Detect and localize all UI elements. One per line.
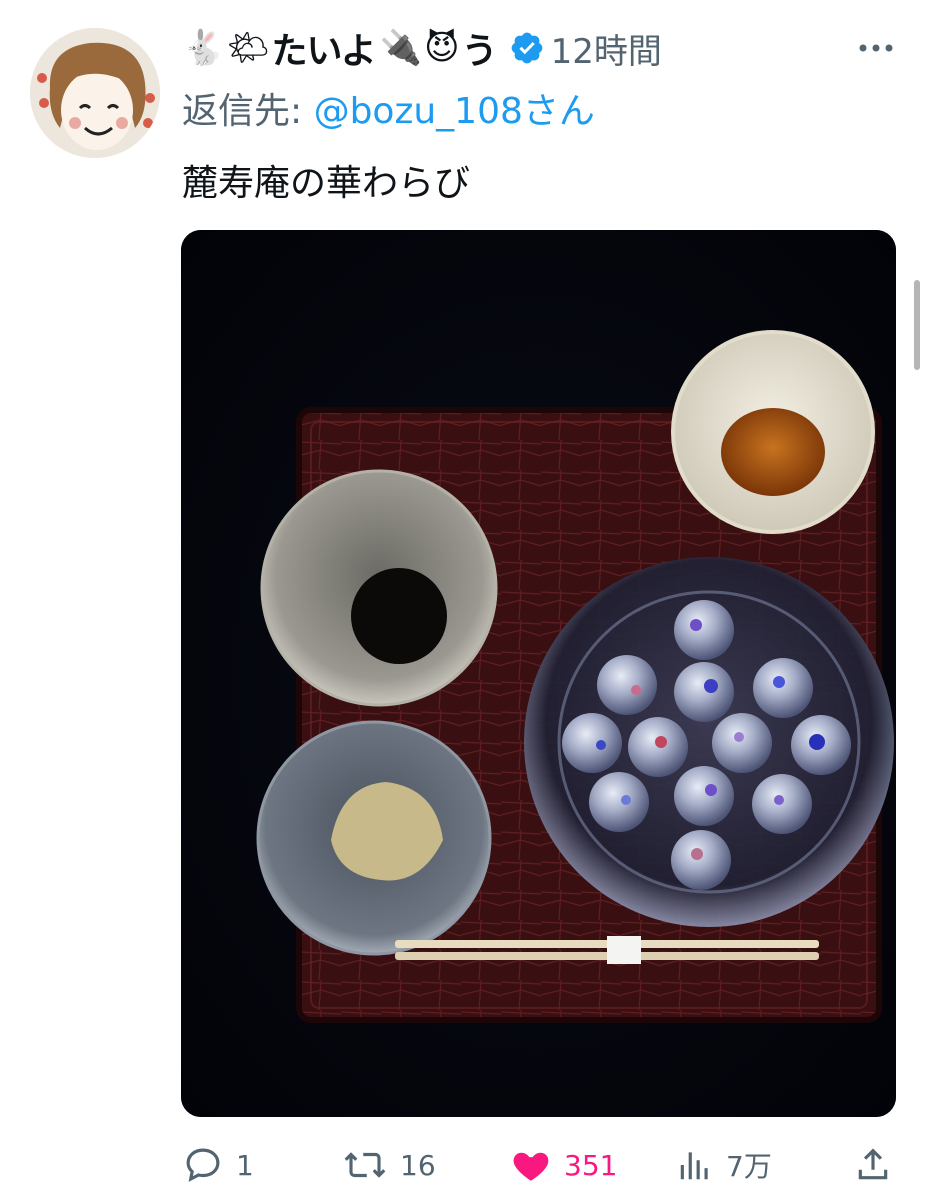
heart-filled-icon: [513, 1152, 549, 1181]
devil-emoji-icon: 😈: [424, 28, 460, 68]
wagashi-photo: [181, 230, 896, 1117]
reply-button[interactable]: 1: [182, 1140, 254, 1190]
like-count: 351: [564, 1148, 618, 1182]
reply-count: 1: [236, 1148, 254, 1182]
share-icon: [858, 1148, 888, 1180]
more-dots-icon: [859, 44, 893, 52]
sun-cloud-emoji-icon: 🌤: [226, 28, 270, 68]
more-options-button[interactable]: [846, 28, 906, 68]
share-button[interactable]: [854, 1140, 892, 1190]
reply-prefix: 返信先:: [182, 91, 314, 132]
scrollbar[interactable]: [914, 280, 920, 370]
timestamp[interactable]: 12時間: [551, 24, 662, 73]
retweet-button[interactable]: 16: [342, 1140, 436, 1190]
like-button[interactable]: 351: [510, 1140, 617, 1190]
reply-icon: [186, 1148, 220, 1182]
display-name-part[interactable]: たいよ: [272, 22, 377, 74]
avatar-illustration: [30, 28, 160, 158]
views-count: 7万: [726, 1150, 772, 1183]
retweet-count: 16: [400, 1148, 436, 1182]
views-button[interactable]: 7万: [676, 1140, 772, 1190]
avatar[interactable]: [30, 28, 160, 158]
plug-emoji-icon: 🔌: [379, 28, 423, 68]
verified-badge-icon: [511, 32, 542, 64]
action-bar: 1 16 351 7万: [182, 1140, 902, 1190]
tweet-image[interactable]: [181, 230, 896, 1117]
display-name-part[interactable]: う: [462, 22, 498, 74]
reply-handle-link[interactable]: @bozu_108さん: [314, 91, 595, 132]
views-bar-chart-icon: [680, 1152, 708, 1180]
tweet-header: 🐇 🌤 たいよ 🔌 😈 う 12時間: [182, 18, 906, 78]
tweet-text: 麓寿庵の華わらび: [182, 163, 471, 204]
retweet-icon: [344, 1152, 386, 1178]
rabbit-emoji-icon: 🐇: [182, 28, 225, 68]
reply-context: 返信先: @bozu_108さん: [182, 82, 595, 134]
